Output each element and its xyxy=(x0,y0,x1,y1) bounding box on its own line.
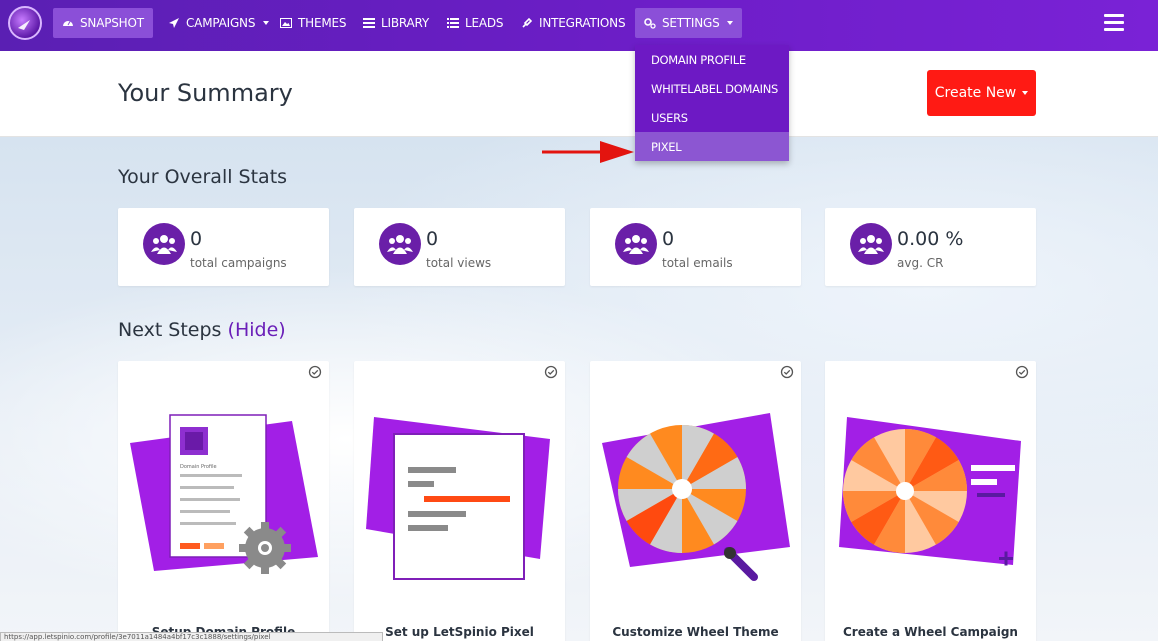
dashboard-icon xyxy=(62,17,74,29)
next-steps-title: Next Steps (Hide) xyxy=(118,319,286,341)
stat-card-campaigns: 0 total campaigns xyxy=(118,208,329,286)
create-new-button[interactable]: Create New xyxy=(927,70,1036,116)
stats-section-title: Your Overall Stats xyxy=(118,166,288,188)
chevron-down-icon xyxy=(263,21,270,25)
wheel-theme-illustration xyxy=(602,413,790,581)
nav-label: INTEGRATIONS xyxy=(539,16,626,30)
users-icon xyxy=(850,223,892,265)
pixel-setup-illustration xyxy=(366,417,550,580)
nav-label: THEMES xyxy=(298,16,347,30)
nav-label: CAMPAIGNS xyxy=(186,16,256,30)
browser-status-bar: https://app.letspinio.com/profile/3e7011… xyxy=(0,632,383,641)
check-circle-icon[interactable] xyxy=(1015,365,1029,379)
check-circle-icon[interactable] xyxy=(780,365,794,379)
summary-header: Your Summary Create New xyxy=(0,51,1158,137)
hamburger-menu-icon[interactable] xyxy=(1104,14,1124,32)
paper-plane-icon xyxy=(168,17,180,29)
nav-integrations[interactable]: INTEGRATIONS xyxy=(512,8,634,38)
hide-link-label: Hide xyxy=(234,319,279,341)
wheel-campaign-illustration xyxy=(839,417,1021,566)
nav-library[interactable]: LIBRARY xyxy=(354,8,438,38)
nav-label: SETTINGS xyxy=(662,16,720,30)
stat-value: 0 xyxy=(190,228,203,250)
illustration-caption: Domain Profile xyxy=(180,464,217,470)
next-steps-label: Next Steps xyxy=(118,319,222,341)
page-title: Your Summary xyxy=(118,79,293,107)
nav-label: LEADS xyxy=(465,16,504,30)
domain-profile-illustration: Domain Profile xyxy=(130,414,318,574)
stat-value: 0 xyxy=(426,228,439,250)
stat-label: total views xyxy=(426,256,492,270)
list-icon xyxy=(447,17,459,29)
stat-card-views: 0 total views xyxy=(354,208,565,286)
menu-item-domain-profile[interactable]: DOMAIN PROFILE xyxy=(635,45,789,74)
step-card-pixel[interactable]: Set up LetSpinio Pixel xyxy=(354,361,565,641)
stat-label: total emails xyxy=(662,256,733,270)
stat-card-conversion-rate: 0.00 % avg. CR xyxy=(825,208,1036,286)
stat-label: total campaigns xyxy=(190,256,287,270)
users-icon xyxy=(379,223,421,265)
stat-card-emails: 0 total emails xyxy=(590,208,801,286)
nav-campaigns[interactable]: CAMPAIGNS xyxy=(159,8,278,38)
chevron-down-icon xyxy=(727,21,734,25)
step-card-wheel-campaign[interactable]: Create a Wheel Campaign xyxy=(825,361,1036,641)
settings-dropdown-menu: DOMAIN PROFILE WHITELABEL DOMAINS USERS … xyxy=(635,45,789,161)
nav-leads[interactable]: LEADS xyxy=(438,8,512,38)
plug-icon xyxy=(521,17,533,29)
nav-themes[interactable]: THEMES xyxy=(271,8,355,38)
users-icon xyxy=(615,223,657,265)
chevron-down-icon xyxy=(1022,91,1029,95)
step-card-title: Create a Wheel Campaign xyxy=(843,625,1018,639)
nav-settings[interactable]: SETTINGS xyxy=(635,8,743,38)
top-navbar: SNAPSHOT CAMPAIGNS THEMES LIBRARY LEADS … xyxy=(0,0,1158,51)
users-icon xyxy=(143,223,185,265)
stat-value: 0.00 % xyxy=(897,228,964,250)
red-arrow-annotation xyxy=(542,141,634,163)
check-circle-icon[interactable] xyxy=(308,365,322,379)
hide-link[interactable]: (Hide) xyxy=(228,319,286,341)
step-card-wheel-theme[interactable]: Customize Wheel Theme xyxy=(590,361,801,641)
step-card-title: Customize Wheel Theme xyxy=(612,625,779,639)
step-card-title: Set up LetSpinio Pixel xyxy=(385,625,534,639)
menu-item-whitelabel-domains[interactable]: WHITELABEL DOMAINS xyxy=(635,74,789,103)
nav-label: LIBRARY xyxy=(381,16,430,30)
cogs-icon xyxy=(644,17,656,29)
menu-item-pixel[interactable]: PIXEL xyxy=(635,132,789,161)
nav-label: SNAPSHOT xyxy=(80,16,144,30)
image-icon xyxy=(280,17,292,29)
check-circle-icon[interactable] xyxy=(544,365,558,379)
create-new-label: Create New xyxy=(934,85,1017,101)
nav-snapshot[interactable]: SNAPSHOT xyxy=(53,8,153,38)
library-icon xyxy=(363,17,375,29)
step-card-domain-profile[interactable]: Domain Profile Setup Domain Profile xyxy=(118,361,329,641)
app-logo[interactable] xyxy=(8,6,42,40)
stat-label: avg. CR xyxy=(897,256,944,270)
menu-item-users[interactable]: USERS xyxy=(635,103,789,132)
stat-value: 0 xyxy=(662,228,675,250)
